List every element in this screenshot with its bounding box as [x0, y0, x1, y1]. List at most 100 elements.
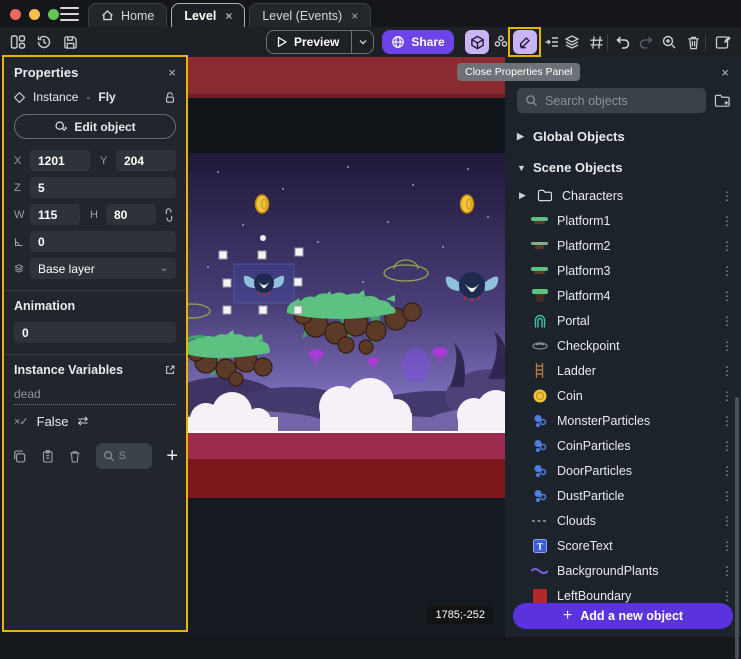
object-menu-icon[interactable]: ⋮ — [721, 464, 731, 478]
toggle-boolean-icon[interactable]: ⇄ — [77, 413, 88, 429]
instance-variables-header: Instance Variables — [14, 363, 123, 377]
object-menu-icon[interactable]: ⋮ — [721, 214, 731, 228]
3d-view-icon[interactable] — [465, 30, 489, 54]
save-icon[interactable] — [58, 30, 82, 54]
object-menu-icon[interactable]: ⋮ — [721, 189, 731, 203]
object-menu-icon[interactable]: ⋮ — [721, 289, 731, 303]
h-input[interactable]: 80 — [106, 204, 156, 225]
object-menu-icon[interactable]: ⋮ — [721, 589, 731, 603]
object-label: Platform1 — [557, 214, 712, 228]
preview-label: Preview — [294, 35, 339, 49]
object-menu-icon[interactable]: ⋮ — [721, 514, 731, 528]
object-menu-icon[interactable]: ⋮ — [721, 414, 731, 428]
delete-variable-icon[interactable] — [68, 449, 82, 464]
preview-button[interactable]: Preview — [266, 30, 352, 54]
maximize-window-icon[interactable] — [48, 9, 59, 20]
object-menu-icon[interactable]: ⋮ — [721, 339, 731, 353]
close-properties-icon[interactable]: × — [168, 65, 176, 80]
angle-input[interactable]: 0 — [30, 231, 176, 252]
edit-scene-notes-icon[interactable] — [711, 30, 735, 54]
close-tab-icon[interactable]: × — [223, 9, 232, 23]
object-row-platform4[interactable]: Platform4⋮ — [505, 283, 741, 308]
open-variables-editor-icon[interactable] — [164, 364, 176, 376]
object-row-platform1[interactable]: Platform1 ⋮ — [505, 208, 741, 233]
preview-dropdown-button[interactable] — [352, 30, 374, 54]
layers-icon[interactable] — [560, 30, 584, 54]
z-input[interactable]: 5 — [30, 177, 176, 198]
edit-object-button[interactable]: Edit object — [14, 114, 176, 139]
object-row-scoretext[interactable]: TScoreText⋮ — [505, 533, 741, 558]
add-folder-icon[interactable] — [714, 93, 731, 109]
object-row-portal[interactable]: Portal⋮ — [505, 308, 741, 333]
object-menu-icon[interactable]: ⋮ — [721, 564, 731, 578]
menu-icon[interactable] — [60, 7, 79, 21]
group-label: Global Objects — [533, 129, 625, 144]
object-row-ladder[interactable]: Ladder⋮ — [505, 358, 741, 383]
minimize-window-icon[interactable] — [29, 9, 40, 20]
object-row-dustparticle[interactable]: DustParticle⋮ — [505, 483, 741, 508]
layer-select[interactable]: Base layer ⌄ — [30, 258, 176, 279]
object-menu-icon[interactable]: ⋮ — [721, 239, 731, 253]
add-new-object-button[interactable]: + Add a new object — [513, 603, 733, 629]
paste-icon[interactable] — [41, 449, 55, 464]
chevron-down-icon: ⌄ — [160, 263, 168, 274]
search-placeholder: Search objects — [545, 94, 628, 108]
unlock-icon[interactable] — [164, 91, 176, 104]
add-variable-button[interactable]: + — [166, 445, 178, 468]
zoom-in-icon[interactable] — [657, 30, 681, 54]
y-input[interactable]: 204 — [116, 150, 176, 171]
object-menu-icon[interactable]: ⋮ — [721, 389, 731, 403]
coin-icon — [531, 387, 548, 404]
scene-editor-canvas[interactable]: 1785;-252 — [188, 57, 505, 637]
object-menu-icon[interactable]: ⋮ — [721, 314, 731, 328]
object-row-platform3[interactable]: Platform3⋮ — [505, 258, 741, 283]
object-label: Clouds — [557, 514, 712, 528]
redo-icon[interactable] — [634, 30, 658, 54]
w-input[interactable]: 115 — [30, 204, 80, 225]
undo-icon[interactable] — [611, 30, 635, 54]
animation-input[interactable]: 0 — [14, 322, 176, 343]
variable-row[interactable]: dead — [4, 383, 186, 407]
objects-scrollbar[interactable] — [735, 397, 739, 659]
h-label: H — [90, 209, 100, 221]
tab-label: Level — [184, 9, 216, 23]
object-row-coin[interactable]: Coin⋮ — [505, 383, 741, 408]
tab-home[interactable]: Home — [88, 3, 167, 27]
object-row-checkpoint[interactable]: Checkpoint⋮ — [505, 333, 741, 358]
close-window-icon[interactable] — [10, 9, 21, 20]
copy-icon[interactable] — [12, 449, 27, 464]
tab-level-events[interactable]: Level (Events) × — [249, 3, 371, 27]
object-row-characters[interactable]: ▶Characters⋮ — [505, 183, 741, 208]
lock-aspect-ratio-icon[interactable] — [162, 208, 176, 222]
object-menu-icon[interactable]: ⋮ — [721, 364, 731, 378]
object-menu-icon[interactable]: ⋮ — [721, 489, 731, 503]
x-input[interactable]: 1201 — [30, 150, 90, 171]
history-icon[interactable] — [32, 30, 56, 54]
tab-level[interactable]: Level × — [171, 3, 245, 27]
close-tab-icon[interactable]: × — [349, 9, 358, 23]
object-menu-icon[interactable]: ⋮ — [721, 439, 731, 453]
delete-icon[interactable] — [681, 30, 705, 54]
close-objects-icon[interactable]: × — [721, 65, 729, 80]
object-row-monsterparticles[interactable]: MonsterParticles⋮ — [505, 408, 741, 433]
caret-right-icon: ▶ — [517, 131, 525, 142]
variable-search-input[interactable]: S — [96, 443, 153, 469]
group-global-objects[interactable]: ▶ Global Objects — [505, 121, 741, 152]
object-menu-icon[interactable]: ⋮ — [721, 539, 731, 553]
animation-header: Animation — [14, 299, 75, 313]
object-row-platform2[interactable]: Platform2⋮ — [505, 233, 741, 258]
instance-type-label: Instance — [33, 90, 78, 104]
share-button[interactable]: Share — [382, 30, 454, 54]
object-row-coinparticles[interactable]: CoinParticles⋮ — [505, 433, 741, 458]
object-menu-icon[interactable]: ⋮ — [721, 264, 731, 278]
variable-value[interactable]: False — [37, 414, 69, 429]
object-row-doorparticles[interactable]: DoorParticles⋮ — [505, 458, 741, 483]
boolean-type-icon: ×✓ — [14, 415, 28, 428]
object-row-clouds[interactable]: Clouds ⋮ — [505, 508, 741, 533]
grid-icon[interactable] — [584, 30, 608, 54]
panels-layout-icon[interactable] — [6, 30, 30, 54]
object-row-backgroundplants[interactable]: BackgroundPlants⋮ — [505, 558, 741, 583]
search-objects-input[interactable]: Search objects — [517, 88, 706, 113]
group-scene-objects[interactable]: ▼ Scene Objects — [505, 152, 741, 183]
dashes-icon — [531, 512, 548, 529]
